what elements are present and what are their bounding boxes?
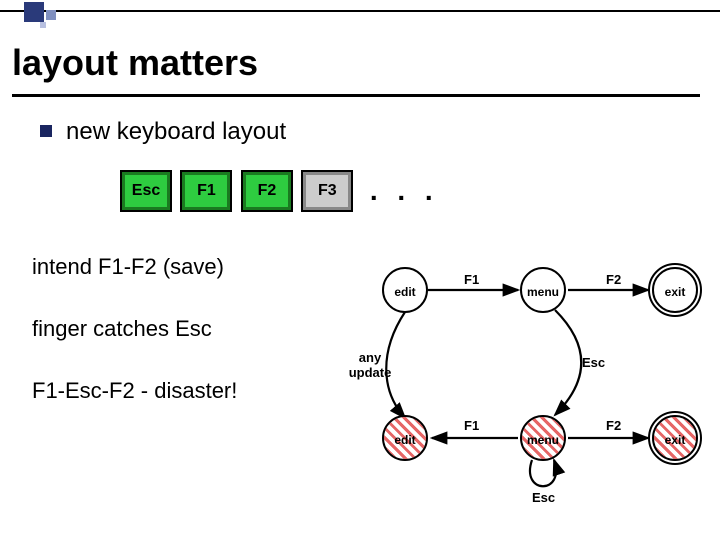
key-esc: Esc [120,170,172,212]
title-underline [12,94,700,97]
key-f1: F1 [180,170,232,212]
edge-label-f1-bot: F1 [464,418,479,433]
bullet-square-icon [40,125,52,137]
state-diagram: edit menu exit edit menu exit F1 F2 any … [360,250,710,510]
key-f3: F3 [301,170,353,212]
keys-ellipsis: . . . [370,175,439,207]
body-line-1: intend F1-F2 (save) [32,254,224,280]
state-exit-top: exit [652,267,698,313]
body-line-3: F1-Esc-F2 - disaster! [32,378,237,404]
edge-label-f2-bot: F2 [606,418,621,433]
edge-label-f1-top: F1 [464,272,479,287]
bullet-1-text: new keyboard layout [66,118,286,145]
state-menu-top: menu [520,267,566,313]
state-edit-bottom: edit [382,415,428,461]
edge-label-f2-top: F2 [606,272,621,287]
decor-square-small [40,22,46,28]
edge-label-any-update: any update [340,350,400,380]
keyboard-row: Esc F1 F2 F3 . . . [120,170,439,212]
state-edit-top: edit [382,267,428,313]
slide-title: layout matters [12,42,258,84]
body-line-2: finger catches Esc [32,316,212,342]
edge-label-esc-bot: Esc [532,490,555,505]
state-exit-bottom: exit [652,415,698,461]
edge-label-esc-mid: Esc [582,355,605,370]
bullet-row-1: new keyboard layout [40,118,286,146]
title-accent-bar [0,10,720,38]
decor-square-large [24,2,44,22]
decor-square-med [46,10,56,20]
key-f2: F2 [241,170,293,212]
state-menu-bottom: menu [520,415,566,461]
